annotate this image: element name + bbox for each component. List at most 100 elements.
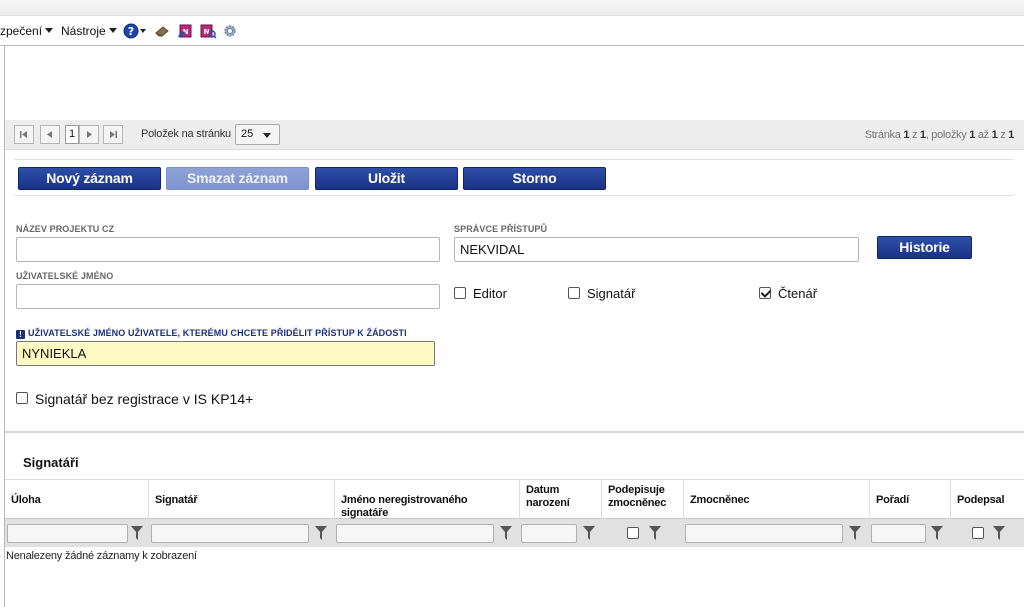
grant-user-label-text: UŽIVATELSKÉ JMÉNO UŽIVATELE, KTERÉMU CHC… [28,328,407,338]
filter-icon[interactable] [131,526,143,540]
pager-info-total-items: 1 [1008,129,1014,141]
unregistered-signatory-checkbox[interactable] [16,392,28,404]
pager-info-from: 1 [969,129,976,141]
grant-user-input[interactable]: NYNIEKLA [16,341,435,366]
unregistered-signatory-label: Signatář bez registrace v IS KP14+ [35,391,254,407]
signatory-checkbox-label: Signatář [587,286,636,301]
filter-icon[interactable] [849,526,861,540]
username-label: UŽIVATELSKÉ JMÉNO [16,271,114,281]
save-button[interactable]: Uložit [315,167,458,190]
filter-icon[interactable] [583,526,595,540]
menu-security[interactable]: zpečení [0,24,54,38]
filter-birth-date-input[interactable] [521,524,577,543]
filter-signed-checkbox[interactable] [972,527,984,539]
chevron-left-icon [47,131,52,138]
editor-checkbox-label: Editor [473,286,507,301]
filter-icon[interactable] [500,526,512,540]
column-order-label: Pořadí [876,494,910,506]
last-page-icon [110,131,117,138]
filter-icon[interactable] [931,526,943,540]
pager: 1 Položek na stránku 25 Stránka 1 z 1, p… [5,120,1024,150]
pager-info-to-label: až [977,129,989,141]
column-header-order[interactable]: Pořadí [869,480,950,519]
gear-icon [224,25,236,37]
section-divider [5,431,1024,433]
menu-tools[interactable]: Nástroje [61,24,117,38]
current-page-input[interactable]: 1 [65,125,79,144]
filter-row [5,519,1024,547]
column-header-proxy[interactable]: Zmocněnec [683,480,869,519]
empty-grid-message: Nenalezeny žádné záznamy k zobrazení [6,550,197,562]
pager-info-to: 1 [991,129,998,141]
column-header-role[interactable]: Úloha [5,480,148,519]
cancel-button[interactable]: Storno [463,167,606,190]
filter-proxy-signs-checkbox[interactable] [627,527,639,539]
per-page-select[interactable]: 25 [235,124,280,145]
column-role-label: Úloha [11,494,41,506]
access-admin-input[interactable]: NEKVIDAL [454,237,859,262]
pager-info-of: z [911,129,918,141]
column-header-birth-date[interactable]: Datum narození [519,480,601,519]
history-button[interactable]: Historie [877,236,972,259]
first-page-icon [20,131,27,138]
menu-tools-label: Nástroje [61,24,106,38]
filter-icon[interactable] [993,526,1005,540]
help-menu[interactable]: ? [123,23,149,39]
prev-page-button[interactable] [40,125,60,144]
column-birth-date-line1: Datum [526,484,560,496]
editor-checkbox[interactable] [454,287,466,299]
delete-record-button[interactable]: Smazat záznam [166,167,309,190]
signatories-header: Úloha Signatář Jméno neregistrovaného si… [5,479,1024,519]
column-unregistered-name-label: Jméno neregistrovaného signatáře [341,494,468,519]
column-header-signed[interactable]: Podepsal [950,480,1024,519]
pager-info: Stránka 1 z 1, položky 1 až 1 z 1 [864,129,1015,141]
column-proxy-label: Zmocněnec [690,494,750,506]
filter-order-input[interactable] [871,524,926,543]
eraser-icon [155,26,169,37]
note-search-button[interactable]: N [199,23,217,39]
svg-text:?: ? [128,25,134,38]
filter-unregistered-name-input[interactable] [336,524,494,543]
filter-role-input[interactable] [7,524,128,543]
column-signatory-label: Signatář [155,494,198,506]
username-input[interactable] [16,284,440,309]
note-tool-button[interactable]: N [177,23,193,39]
column-signed-label: Podepsal [957,494,1005,506]
required-icon: ! [16,330,25,339]
reader-checkbox-label: Čtenář [778,286,818,301]
eraser-tool-button[interactable] [154,23,170,39]
column-proxy-signs-line2: zmocněnec [608,497,667,509]
filter-proxy-input[interactable] [685,524,843,543]
toolbar-separator-bottom [14,195,1014,196]
settings-button[interactable] [222,23,238,39]
column-header-signatory[interactable]: Signatář [148,480,334,519]
access-admin-label: SPRÁVCE PŘÍSTUPŮ [454,224,548,234]
per-page-value: 25 [241,128,254,140]
pager-info-of2: z [1000,129,1006,141]
next-page-button[interactable] [79,125,99,144]
filter-icon[interactable] [315,526,327,540]
signatory-checkbox[interactable] [568,287,580,299]
pager-info-prefix: Stránka [864,129,901,141]
grant-user-label: ! UŽIVATELSKÉ JMÉNO UŽIVATELE, KTERÉMU CH… [16,328,407,339]
chevron-down-icon [108,28,117,33]
toolbar-separator-top [14,159,1014,160]
signatories-title: Signatáři [23,455,79,470]
pager-info-page: 1 [903,129,910,141]
column-birth-date-line2: narození [526,497,570,509]
column-header-proxy-signs[interactable]: Podepisuje zmocněnec [601,480,683,519]
menu-security-label: zpečení [0,24,43,38]
reader-checkbox[interactable] [759,287,771,299]
first-page-button[interactable] [14,125,34,144]
column-header-unregistered-name[interactable]: Jméno neregistrovaného signatáře [334,480,519,519]
new-record-button[interactable]: Nový záznam [18,167,161,190]
chevron-down-icon [263,133,271,138]
filter-signatory-input[interactable] [151,524,309,543]
window-top-strip [0,0,1024,16]
pager-info-items-label: , položky [925,129,967,141]
filter-icon[interactable] [649,526,661,540]
project-name-input[interactable] [16,237,440,262]
note-search-icon: N [200,24,217,39]
note-edit-icon: N [178,24,192,38]
last-page-button[interactable] [103,125,123,144]
